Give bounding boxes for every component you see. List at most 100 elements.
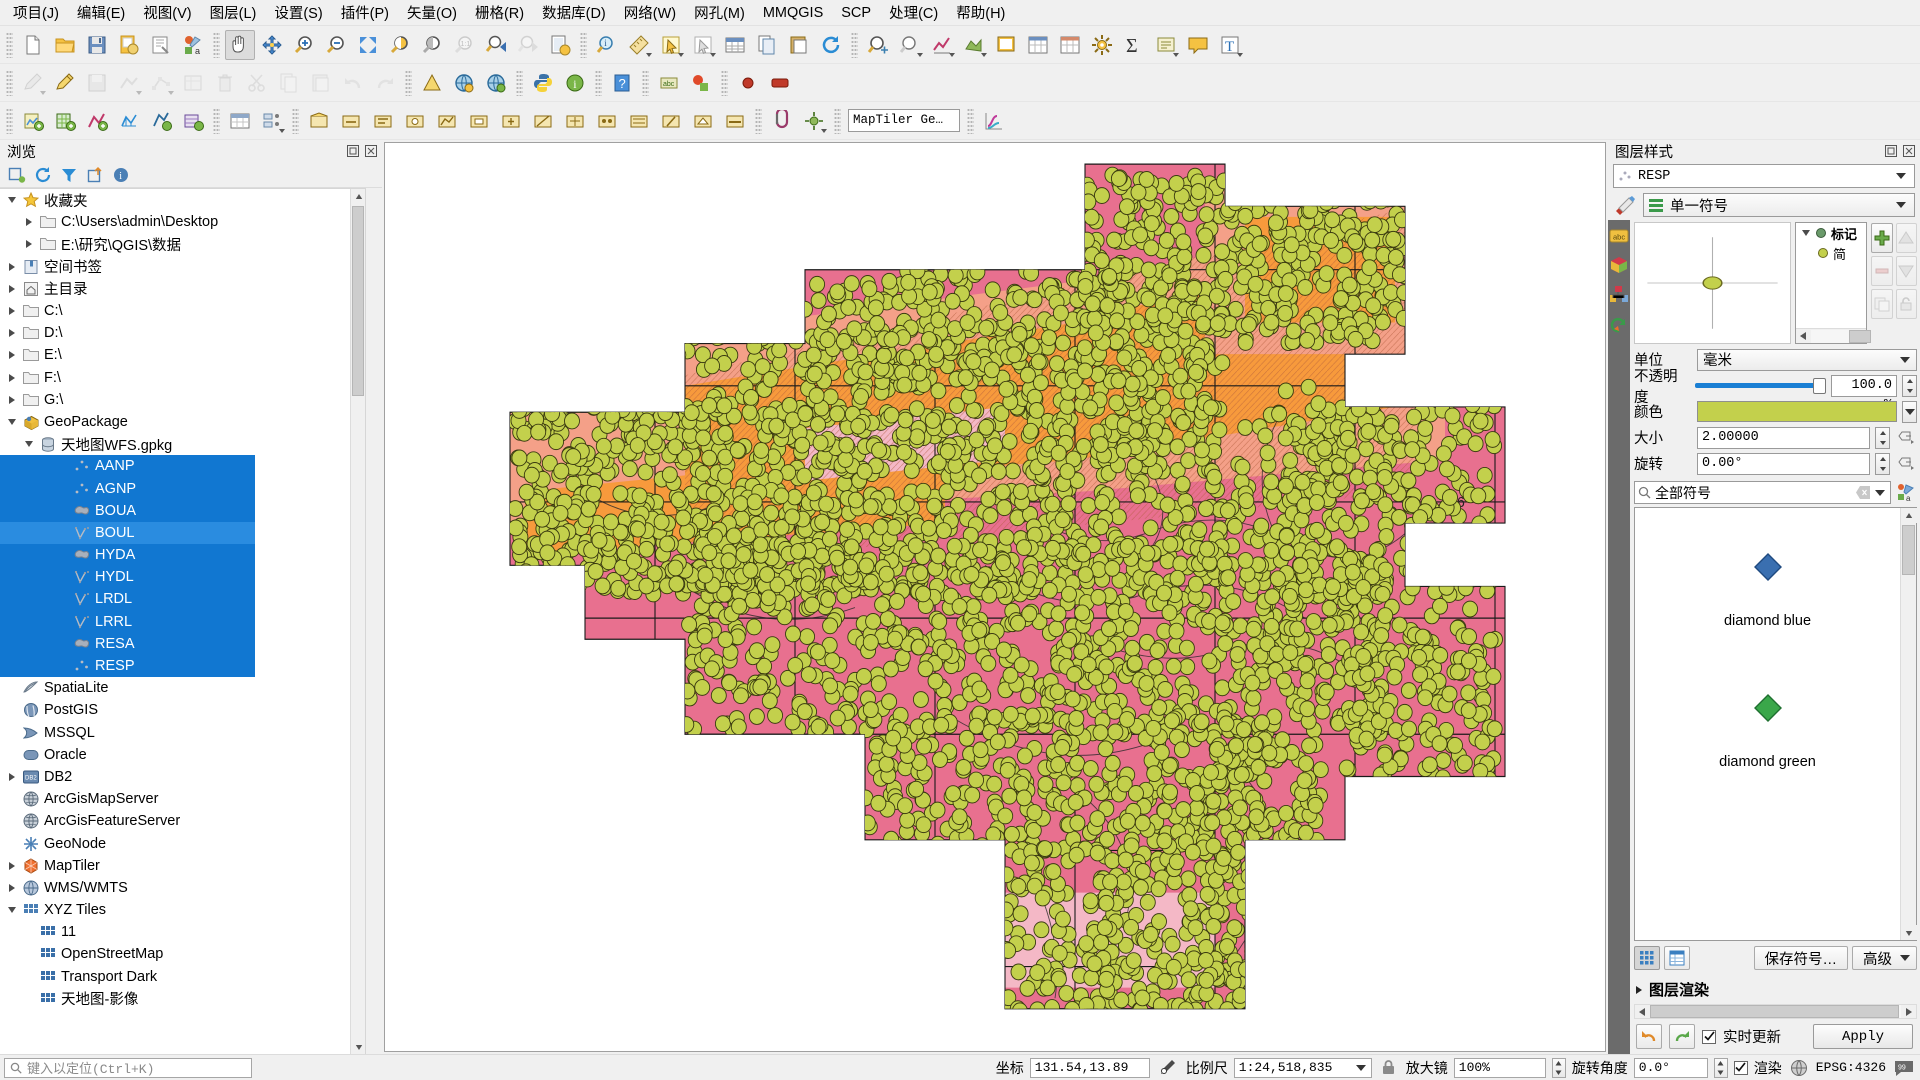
menu-item-edit[interactable]: 编辑(E) (68, 0, 134, 26)
renderer-combo[interactable]: 单一符号 (1643, 193, 1915, 217)
apply-button[interactable]: Apply (1813, 1024, 1913, 1049)
scp-preview-button[interactable] (733, 68, 763, 98)
menu-item-web[interactable]: 网络(W) (615, 0, 685, 26)
browser-tree-item[interactable]: F:\ (0, 367, 365, 389)
browser-tree-item[interactable]: MapTiler (0, 855, 365, 877)
copy-features-button[interactable] (752, 30, 782, 60)
symbol-gallery-scrollbar[interactable] (1900, 508, 1916, 940)
tab-labels[interactable]: abc (1609, 226, 1629, 246)
rotation-spinner[interactable] (1714, 1058, 1728, 1078)
delete-selected-button[interactable] (210, 68, 240, 98)
browser-tree-item[interactable]: MSSQL (0, 722, 365, 744)
opacity-value[interactable]: 100.0 % (1831, 375, 1897, 397)
identify-features-button[interactable]: i (592, 30, 622, 60)
save-symbol-button[interactable]: 保存符号… (1754, 946, 1849, 970)
list-view-button[interactable] (1664, 946, 1690, 970)
undock-icon[interactable] (1884, 144, 1898, 158)
toolbar-grip[interactable] (6, 70, 13, 96)
python-console-button[interactable] (528, 68, 558, 98)
symbol-layer-row[interactable]: 简 (1796, 243, 1866, 263)
save-project-as-button[interactable] (114, 30, 144, 60)
digitize-tool-13-button[interactable] (688, 106, 718, 136)
scp-band-set-button[interactable]: abc (654, 68, 684, 98)
expand-icon[interactable] (4, 396, 20, 404)
color-swatch[interactable] (1697, 401, 1897, 422)
tab-3d-view[interactable] (1609, 255, 1629, 275)
refresh-map-button[interactable] (816, 30, 846, 60)
layer-rendering-section[interactable]: 图层渲染 (1634, 973, 1917, 1004)
toolbar-grip[interactable] (851, 32, 858, 58)
menu-item-mmqgis[interactable]: MMQGIS (754, 2, 832, 24)
pan-to-selection-button[interactable] (257, 30, 287, 60)
zoom-in-button[interactable] (289, 30, 319, 60)
annotations-button[interactable] (1183, 30, 1213, 60)
map-tips-button[interactable] (991, 30, 1021, 60)
save-project-button[interactable] (82, 30, 112, 60)
measure-button[interactable] (624, 30, 654, 60)
browser-tree-item[interactable]: LRDL (0, 588, 255, 610)
scale-combo[interactable]: 1:24,518,835 (1234, 1058, 1372, 1078)
collapse-icon[interactable] (4, 907, 20, 913)
add-symbol-layer-button[interactable] (1871, 223, 1893, 253)
render-checkbox[interactable] (1734, 1061, 1748, 1075)
browser-tree-item[interactable]: HYDA (0, 544, 255, 566)
symbol-layer-list[interactable]: 标记 简 (1795, 222, 1867, 344)
move-symbol-layer-up-button[interactable] (1896, 223, 1918, 253)
advanced-button[interactable]: 高级 (1852, 946, 1917, 970)
expand-icon[interactable] (4, 773, 20, 781)
zoom-last-button[interactable] (481, 30, 511, 60)
browser-tree-item[interactable]: HYDL (0, 566, 255, 588)
add-wms-layer-button[interactable] (178, 106, 208, 136)
redo-style-button[interactable] (1669, 1024, 1695, 1049)
browser-tree-item[interactable]: E:\研究\QGIS\数据 (0, 233, 365, 255)
browser-tree-item[interactable]: XYZ Tiles (0, 899, 365, 921)
modify-attributes-button[interactable] (178, 68, 208, 98)
undo-button[interactable] (338, 68, 368, 98)
plot-tool-button[interactable] (979, 106, 1009, 136)
browser-tree-item[interactable]: BOUA (0, 500, 255, 522)
show-layout-manager-button[interactable] (1023, 30, 1053, 60)
browser-tree-item[interactable]: RESP (0, 655, 255, 677)
toolbar-grip[interactable] (595, 70, 602, 96)
collapse-all-icon[interactable] (84, 164, 106, 186)
menu-item-help[interactable]: 帮助(H) (947, 0, 1014, 26)
toolbar-grip[interactable] (580, 32, 587, 58)
unit-combo[interactable]: 毫米 (1697, 349, 1917, 371)
expand-icon[interactable] (4, 884, 20, 892)
magnifier-value[interactable]: 100% (1454, 1058, 1546, 1078)
tab-history[interactable] (1609, 313, 1629, 333)
color-dropdown-button[interactable] (1902, 401, 1917, 423)
expand-icon[interactable] (21, 218, 37, 226)
layout-manager-button[interactable] (146, 30, 176, 60)
measure-line-button[interactable] (417, 68, 447, 98)
undock-icon[interactable] (346, 144, 360, 158)
cut-features-button[interactable] (242, 68, 272, 98)
digitize-tool-10-button[interactable] (592, 106, 622, 136)
toolbar-grip[interactable] (721, 70, 728, 96)
digitize-tool-3-button[interactable] (368, 106, 398, 136)
opacity-spinner[interactable] (1902, 375, 1917, 397)
statistics-button[interactable] (927, 30, 957, 60)
select-features-button[interactable] (656, 30, 686, 60)
expand-icon[interactable] (4, 351, 20, 359)
crs-globe-icon[interactable] (1788, 1057, 1810, 1079)
browser-tree-item[interactable]: GeoNode (0, 832, 365, 854)
toolbar-grip[interactable] (6, 108, 13, 134)
digitize-tool-5-button[interactable] (432, 106, 462, 136)
tab-diagrams[interactable] (1609, 284, 1629, 304)
hscroll-track[interactable] (1650, 1005, 1901, 1018)
digitize-tool-6-button[interactable] (464, 106, 494, 136)
expand-icon[interactable] (4, 263, 20, 271)
scp-roi-button[interactable] (686, 68, 716, 98)
chevron-down-icon[interactable] (1875, 490, 1885, 496)
close-icon[interactable] (1902, 144, 1916, 158)
select-by-expression-button[interactable] (863, 30, 893, 60)
menu-item-scp[interactable]: SCP (832, 2, 880, 24)
messages-icon[interactable]: 99 (1892, 1057, 1916, 1079)
size-input[interactable]: 2.00000 (1697, 427, 1870, 449)
scroll-up-arrow[interactable] (1901, 508, 1917, 523)
zoom-out-button[interactable] (321, 30, 351, 60)
zoom-next-button[interactable] (513, 30, 543, 60)
digitize-tool-9-button[interactable] (560, 106, 590, 136)
browser-tree[interactable]: 收藏夹C:\Users\admin\DesktopE:\研究\QGIS\数据空间… (0, 188, 366, 1054)
